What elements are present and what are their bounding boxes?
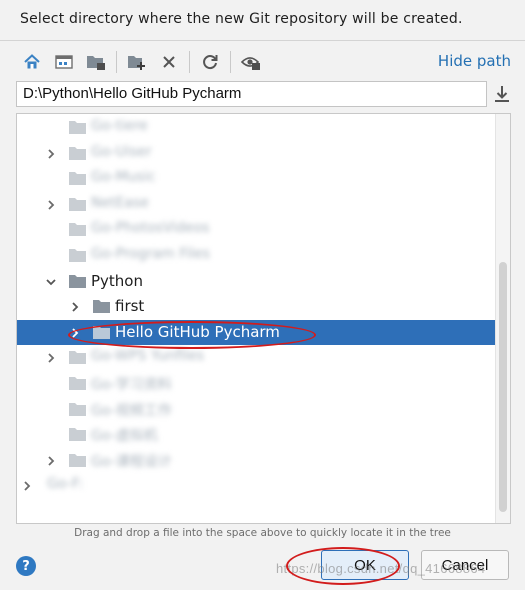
chevron-right-icon[interactable] [69, 327, 81, 339]
chevron-right-icon[interactable] [21, 480, 33, 492]
tree-row-label: Go-Music [91, 169, 156, 186]
dialog-title: Select directory where the new Git repos… [20, 11, 463, 27]
chevron-right-icon[interactable] [45, 199, 57, 211]
drag-drop-hint: Drag and drop a file into the space abov… [74, 527, 451, 539]
chevron-right-icon[interactable] [45, 352, 57, 364]
tree-row-label: Hello GitHub Pycharm [115, 322, 280, 341]
download-button[interactable] [492, 84, 512, 104]
git-init-dialog: Select directory where the new Git repos… [0, 0, 525, 590]
tree-row[interactable]: Go-虚拟机 [17, 422, 495, 447]
tree-row[interactable]: first [17, 294, 495, 319]
toolbar-separator [189, 51, 190, 73]
folder-icon [69, 351, 86, 365]
tree-row[interactable]: NetEase [17, 192, 495, 217]
tree-row-label: Python [91, 271, 143, 290]
project-folder-icon [87, 56, 105, 70]
scrollbar-thumb[interactable] [499, 262, 507, 512]
desktop-button[interactable] [50, 49, 78, 75]
toolbar [18, 48, 269, 76]
tree-row[interactable]: Go-视频工作 [17, 397, 495, 422]
folder-icon [69, 377, 86, 390]
tree-row-label: Go-PhotosVideos [91, 220, 210, 237]
tree-row-label: Go-Uiser [91, 143, 152, 160]
tree-row[interactable]: Python [17, 269, 495, 294]
new-folder-icon [128, 56, 145, 70]
home-icon [24, 54, 40, 69]
tree-row-label: Go-tiere [91, 118, 148, 134]
refresh-button[interactable] [196, 49, 224, 75]
delete-icon [163, 56, 175, 68]
chevron-right-icon[interactable] [45, 455, 57, 467]
tree-row[interactable]: Go-Uiser [17, 141, 495, 166]
chevron-down-icon[interactable] [45, 276, 57, 288]
path-input[interactable]: D:\Python\Hello GitHub Pycharm [16, 81, 487, 107]
folder-icon [69, 249, 86, 262]
tree-row[interactable]: Go-PhotosVideos [17, 217, 495, 242]
folder-icon [69, 197, 86, 211]
folder-icon [69, 146, 86, 160]
desktop-icon [55, 55, 73, 69]
home-button[interactable] [18, 49, 46, 75]
directory-tree[interactable]: Go-tiere Go-Uiser Go-Music NetEase Go-Photos… [16, 113, 511, 524]
folder-icon [69, 274, 86, 288]
tree-row[interactable]: Go-tiere [17, 115, 495, 140]
toolbar-separator [116, 51, 117, 73]
new-folder-button[interactable] [123, 49, 151, 75]
tree-row[interactable]: Go-F: [17, 473, 495, 498]
chevron-right-icon[interactable] [69, 301, 81, 313]
folder-icon [93, 300, 110, 314]
divider [0, 40, 525, 41]
tree-row-label: Go-学习资料 [91, 377, 172, 393]
watermark: https://blog.csdn.net/qq_41668864 [276, 561, 486, 576]
tree-row[interactable]: Go-Music [17, 166, 495, 191]
folder-icon [69, 453, 86, 467]
tree-row[interactable]: Go-WPS Yunfiles [17, 345, 495, 370]
tree-row-label: Go-虚拟机 [91, 428, 158, 445]
tree-row-label: Go-课程设计 [91, 453, 172, 470]
folder-icon [93, 325, 110, 339]
tree-row-selected[interactable]: Hello GitHub Pycharm [17, 319, 495, 345]
refresh-icon [203, 55, 218, 70]
vertical-scrollbar[interactable] [495, 114, 510, 523]
delete-button[interactable] [155, 49, 183, 75]
hide-path-link[interactable]: Hide path [438, 52, 511, 70]
tree-row-label: NetEase [91, 194, 149, 211]
chevron-right-icon[interactable] [45, 148, 57, 160]
tree-row-label: first [115, 297, 145, 316]
toolbar-separator [230, 51, 231, 73]
show-hidden-button[interactable] [237, 49, 265, 75]
project-folder-button[interactable] [82, 49, 110, 75]
tree-row-label: Go-视频工作 [91, 402, 172, 419]
help-button[interactable]: ? [16, 556, 36, 576]
folder-icon [69, 402, 86, 416]
tree-row-label: Go-Program Files [91, 246, 210, 262]
folder-icon [69, 172, 86, 186]
tree-row-label: Go-WPS Yunfiles [91, 348, 205, 365]
folder-icon [69, 428, 86, 442]
tree-row[interactable]: Go-课程设计 [17, 448, 495, 473]
tree-row[interactable]: Go-Program Files [17, 243, 495, 268]
folder-icon [69, 223, 86, 237]
download-icon [495, 86, 509, 102]
folder-icon [69, 121, 86, 134]
tree-row[interactable]: Go-学习资料 [17, 371, 495, 396]
tree-row-label: Go-F: [47, 476, 84, 493]
show-hidden-icon [241, 57, 260, 70]
